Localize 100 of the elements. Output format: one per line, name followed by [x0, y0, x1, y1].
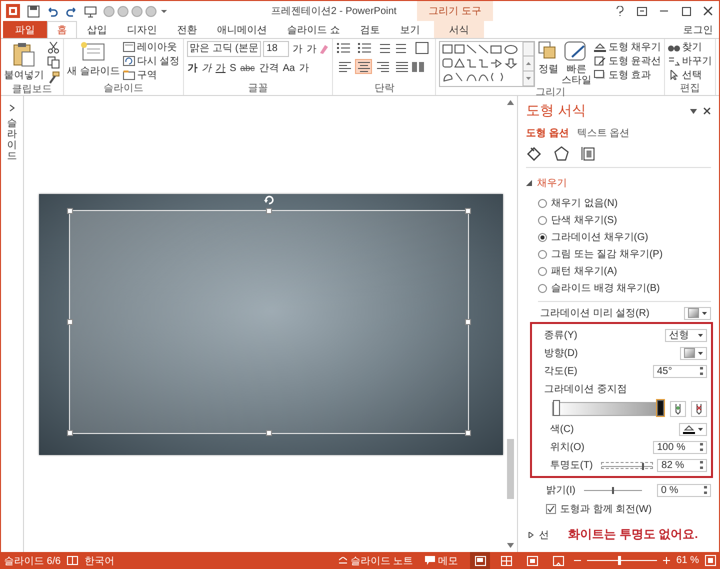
- gradient-preset-dropdown[interactable]: [684, 306, 711, 320]
- gradient-stop-handle[interactable]: [657, 400, 664, 416]
- resize-handle[interactable]: [465, 208, 471, 214]
- font-color-button[interactable]: 가: [298, 61, 310, 75]
- section-button[interactable]: 구역: [122, 69, 180, 81]
- radio-label[interactable]: 슬라이드 배경 채우기(B): [551, 281, 660, 295]
- slider-thumb[interactable]: [642, 462, 644, 470]
- bold-button[interactable]: 가: [186, 61, 199, 75]
- scissors-icon[interactable]: [47, 41, 60, 54]
- ribbon-tab[interactable]: 삽입: [77, 21, 117, 38]
- add-stop-button[interactable]: [670, 401, 686, 417]
- radio-button[interactable]: [538, 266, 547, 276]
- shape-fill-button[interactable]: 도형 채우기: [594, 41, 662, 53]
- collapse-triangle-icon[interactable]: [526, 180, 532, 186]
- ribbon-tab[interactable]: 디자인: [117, 21, 167, 38]
- underline-button[interactable]: 가: [214, 61, 227, 75]
- shape-effects-button[interactable]: 도형 효과: [594, 69, 662, 81]
- color-dropdown[interactable]: [679, 422, 707, 436]
- size-layout-icon[interactable]: [581, 146, 595, 161]
- shapes-gallery[interactable]: [439, 41, 536, 87]
- zoom-slider[interactable]: [587, 556, 658, 565]
- gradient-stops-bar[interactable]: [552, 402, 665, 416]
- rotate-handle-icon[interactable]: [264, 194, 274, 204]
- close-icon[interactable]: [703, 107, 711, 115]
- align-button[interactable]: [374, 59, 392, 74]
- shape-outline-button[interactable]: 도형 윤곽선: [594, 55, 662, 67]
- radio-button[interactable]: [538, 250, 547, 258]
- ribbon-tab[interactable]: 홈: [47, 21, 77, 38]
- remove-stop-button[interactable]: [691, 401, 707, 417]
- radio-label[interactable]: 그림 또는 질감 채우기(P): [551, 247, 663, 261]
- transparency-spinner[interactable]: 82 %: [657, 458, 707, 472]
- scroll-down-icon[interactable]: [507, 543, 514, 548]
- resize-handle[interactable]: [266, 430, 272, 436]
- radio-label[interactable]: 그라데이션 채우기(G): [551, 230, 648, 244]
- ribbon-tab[interactable]: 검토: [350, 21, 390, 38]
- comments-button[interactable]: 메모: [425, 554, 458, 568]
- scroll-up-icon[interactable]: [507, 100, 514, 105]
- paste-button[interactable]: 붙여넣기: [4, 41, 44, 82]
- checkbox-label[interactable]: 도형과 함께 회전(W): [560, 502, 652, 516]
- language-indicator[interactable]: 한국어: [84, 554, 115, 568]
- resize-handle[interactable]: [67, 430, 73, 436]
- radio-button[interactable]: [538, 216, 547, 224]
- save-icon[interactable]: [27, 4, 40, 18]
- paint-bucket-icon[interactable]: [526, 146, 542, 161]
- scrollbar-thumb[interactable]: [507, 439, 514, 499]
- zoom-out-icon[interactable]: [574, 557, 582, 564]
- copy-icon[interactable]: [47, 56, 60, 69]
- resize-handle[interactable]: [67, 318, 73, 324]
- italic-button[interactable]: 가: [200, 61, 213, 75]
- gradient-stop-handle[interactable]: [553, 400, 560, 416]
- align-button[interactable]: [393, 59, 410, 74]
- pane-tab[interactable]: 도형 옵션: [526, 126, 569, 140]
- layout-button[interactable]: 레이아웃: [122, 41, 180, 53]
- replace-button[interactable]: 바꾸기: [668, 55, 712, 67]
- radio-button[interactable]: [538, 284, 547, 292]
- view-button[interactable]: [470, 552, 490, 569]
- format-brush-icon[interactable]: [47, 71, 60, 84]
- angle-spinner[interactable]: 45°: [653, 364, 707, 378]
- zoom-in-icon[interactable]: [663, 557, 670, 564]
- brightness-spinner[interactable]: 0 %: [657, 484, 711, 496]
- pentagon-icon[interactable]: [554, 146, 569, 161]
- find-button[interactable]: 찾기: [668, 41, 712, 53]
- grow-font-button[interactable]: 가: [291, 42, 304, 56]
- ribbon-tab[interactable]: 전환: [167, 21, 207, 38]
- fit-slide-icon[interactable]: [705, 555, 716, 566]
- ribbon-tab[interactable]: 슬라이드 쇼: [277, 21, 350, 38]
- brightness-slider[interactable]: [584, 486, 642, 494]
- pane-tab[interactable]: 텍스트 옵션: [576, 126, 630, 140]
- font-size-dropdown[interactable]: 18: [263, 41, 290, 57]
- strikethrough-button[interactable]: abc: [239, 63, 256, 73]
- new-slide-button[interactable]: 새 슬라이드: [67, 41, 120, 78]
- ribbon-tab[interactable]: 파일: [3, 21, 47, 38]
- spell-check-icon[interactable]: [66, 556, 79, 566]
- radio-label[interactable]: 채우기 없음(N): [551, 196, 618, 210]
- radio-button[interactable]: [538, 198, 547, 208]
- font-name-dropdown[interactable]: 맑은 고딕 (본문: [186, 41, 262, 57]
- expand-triangle-icon[interactable]: [528, 532, 534, 538]
- zoom-slider-thumb[interactable]: [618, 556, 621, 565]
- undo-icon[interactable]: [46, 4, 59, 18]
- align-button[interactable]: [336, 59, 354, 74]
- direction-dropdown[interactable]: [680, 346, 707, 360]
- transparency-slider[interactable]: [600, 462, 654, 468]
- radio-button[interactable]: [538, 232, 547, 242]
- align-button[interactable]: [355, 59, 372, 74]
- ribbon-tab[interactable]: 보기: [390, 21, 430, 38]
- radio-label[interactable]: 단색 채우기(S): [551, 213, 618, 227]
- select-button[interactable]: 선택: [668, 69, 712, 81]
- position-spinner[interactable]: 100 %: [653, 440, 707, 454]
- arrange-button[interactable]: 정렬: [538, 41, 558, 76]
- expand-icon[interactable]: [9, 104, 15, 112]
- columns-icon[interactable]: [412, 60, 424, 72]
- zoom-level[interactable]: 61 %: [676, 555, 699, 566]
- pane-options-icon[interactable]: [690, 108, 697, 114]
- resize-handle[interactable]: [67, 208, 73, 214]
- checkbox[interactable]: [546, 504, 556, 514]
- change-case-button[interactable]: Aa: [282, 62, 296, 74]
- shrink-font-button[interactable]: 가: [305, 42, 318, 56]
- section-title[interactable]: 채우기: [537, 176, 567, 190]
- ribbon-tab[interactable]: 서식: [434, 21, 484, 38]
- resize-handle[interactable]: [465, 430, 471, 436]
